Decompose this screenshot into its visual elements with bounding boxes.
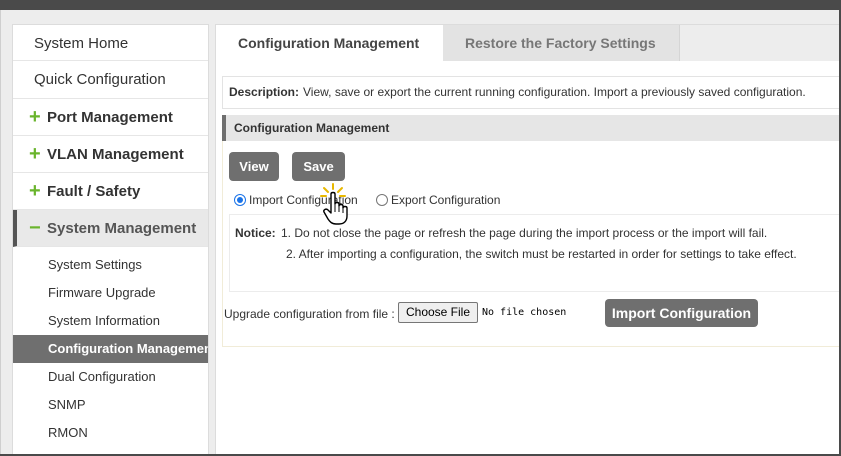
notice-line-1: 1. Do not close the page or refresh the … [281, 226, 768, 240]
sidebar-item-label: Quick Configuration [34, 71, 166, 88]
sidebar-subitem-rmon[interactable]: RMON [13, 419, 208, 447]
plus-icon: + [29, 106, 41, 128]
sidebar-subitem-system-information[interactable]: System Information [13, 307, 208, 335]
radio-selected-icon [234, 194, 246, 206]
file-status-text: No file chosen [482, 307, 567, 318]
sidebar-subitem-dual-configuration[interactable]: Dual Configuration [13, 363, 208, 391]
main-panel: Configuration Management Restore the Fac… [215, 24, 839, 454]
view-button[interactable]: View [229, 152, 279, 181]
import-configuration-button[interactable]: Import Configuration [605, 299, 758, 327]
export-configuration-radio[interactable]: Export Configuration [376, 193, 500, 207]
plus-icon: + [29, 143, 41, 165]
sidebar-group-port-management[interactable]: + Port Management [13, 99, 208, 136]
tab-bar: Configuration Management Restore the Fac… [216, 25, 839, 61]
description-text: View, save or export the current running… [303, 85, 806, 99]
sidebar-group-label: Port Management [47, 109, 173, 126]
notice-line-2: 2. After importing a configuration, the … [286, 247, 797, 261]
sidebar-group-fault-safety[interactable]: + Fault / Safety [13, 173, 208, 210]
sidebar-group-label: System Management [47, 220, 197, 237]
upload-label: Upgrade configuration from file : [224, 307, 395, 321]
description-label: Description: [229, 85, 300, 99]
minus-icon: − [29, 217, 41, 239]
sidebar-subitem-system-settings[interactable]: System Settings [13, 251, 208, 279]
hand-pointer-icon [320, 183, 348, 225]
sidebar-group-system-management[interactable]: − System Management [13, 210, 208, 247]
radio-unselected-icon [376, 194, 388, 206]
notice-label: Notice: [235, 226, 276, 240]
sidebar-item-label: System Home [34, 35, 129, 52]
sidebar-item-system-home[interactable]: System Home [13, 25, 208, 61]
sidebar-subitem-snmp[interactable]: SNMP [13, 391, 208, 419]
plus-icon: + [29, 180, 41, 202]
sidebar-group-vlan-management[interactable]: + VLAN Management [13, 136, 208, 173]
section-body: View Save Import Configuration Export Co… [222, 141, 839, 347]
sidebar-group-label: Fault / Safety [47, 183, 141, 200]
description-box: Description: View, save or export the cur… [222, 76, 839, 109]
sidebar-subitem-configuration-management[interactable]: Configuration Management [13, 335, 208, 363]
tab-restore-factory-settings[interactable]: Restore the Factory Settings [443, 25, 680, 61]
sidebar: System Home Quick Configuration + Port Ma… [12, 24, 209, 454]
app-window: System Home Quick Configuration + Port Ma… [0, 10, 839, 454]
sidebar-item-quick-configuration[interactable]: Quick Configuration [13, 61, 208, 99]
sidebar-group-label: VLAN Management [47, 146, 184, 163]
sidebar-subitem-firmware-upgrade[interactable]: Firmware Upgrade [13, 279, 208, 307]
tab-configuration-management[interactable]: Configuration Management [216, 25, 443, 61]
save-button[interactable]: Save [292, 152, 345, 181]
section-title: Configuration Management [222, 115, 839, 141]
radio-label: Export Configuration [391, 193, 501, 207]
choose-file-button[interactable]: Choose File [398, 302, 478, 323]
